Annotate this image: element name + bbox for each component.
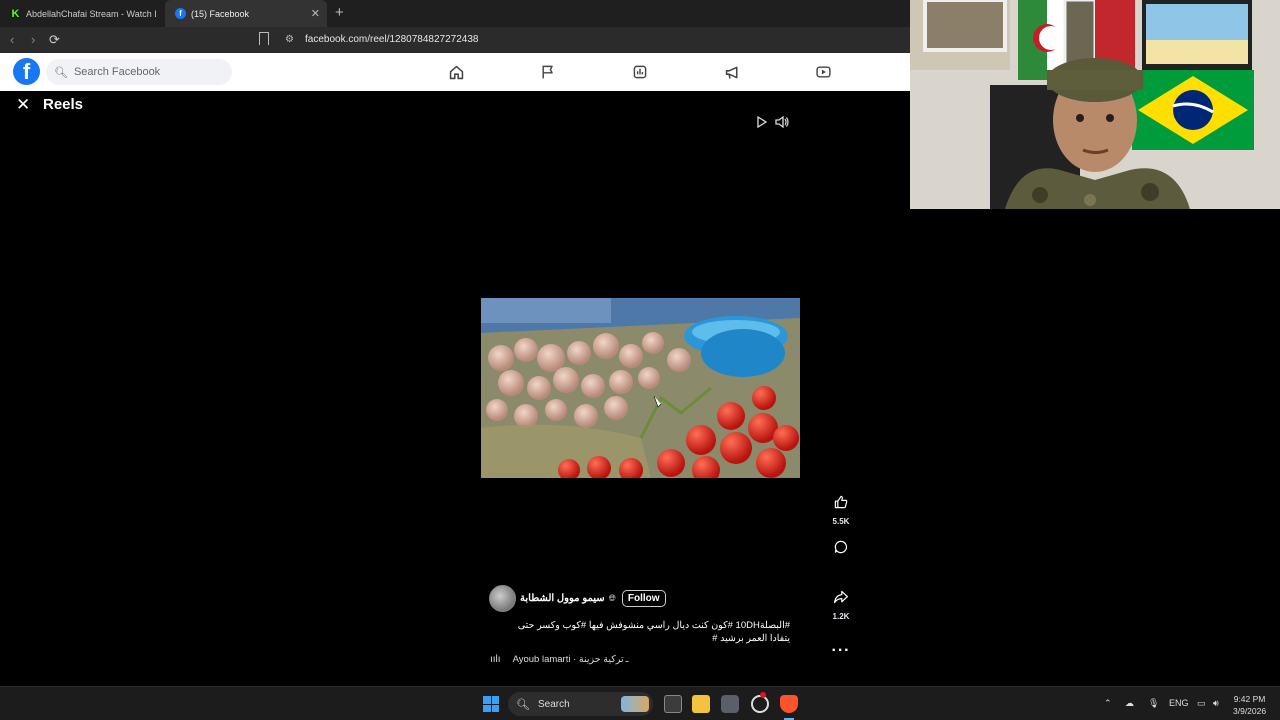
search-input[interactable]: 🔍︎ Search Facebook [46,59,232,85]
taskbar-search-input[interactable]: 🔍︎ Search [508,692,653,716]
close-reels-icon[interactable]: ✕ [16,95,30,115]
notification-dot-icon [760,692,766,698]
avatar[interactable] [489,585,516,612]
like-action: 5.5K [826,488,856,526]
share-action: 1.2K [826,583,856,621]
bookmark-icon[interactable] [259,32,269,45]
megaphone-icon[interactable] [722,63,742,81]
file-explorer-icon[interactable] [692,695,710,713]
forward-icon[interactable]: › [31,32,35,47]
close-tab-icon[interactable]: ✕ [311,7,320,20]
clock-date: 3/9/2026 [1233,706,1267,716]
taskbar-clock[interactable]: 9:42 PM 3/9/2026 [1233,693,1266,717]
search-icon: 🔍︎ [54,66,68,79]
comment-action [826,533,856,561]
language-indicator[interactable]: ENG [1169,698,1189,708]
page-title: Reels [43,96,84,113]
search-highlight-icon [621,696,649,712]
search-icon: 🔍︎ [516,698,530,711]
url-field[interactable]: facebook.com/reel/1280784827272438 [305,34,478,45]
windows-start-icon[interactable] [483,696,499,712]
media-controls [756,115,790,134]
feeds-icon[interactable] [630,63,650,81]
like-count: 5.5K [832,517,850,526]
author-name[interactable]: سيمو موول الشطابة [520,593,605,604]
audio-title: Ayoub lamarti · تركية حزينة [512,654,624,665]
task-view-icon[interactable] [664,695,682,713]
address-bar: ‹ › ⟳ ⚙ facebook.com/reel/12807848272724… [0,27,910,53]
clock-time: 9:42 PM [1233,694,1266,704]
browser-tabstrip: K AbdellahChafai Stream - Watch Live o f… [0,0,910,27]
taskbar: 🔍︎ Search ⌃ ☁ 🎙︎ ENG ▭ 🔊︎ 9:42 PM 3/9/20… [0,686,1280,720]
tab-label: AbdellahChafai Stream - Watch Live o [26,8,156,19]
comment-icon[interactable] [827,533,855,561]
speaker-icon[interactable]: 🔊︎ [1213,698,1219,709]
facebook-logo-icon[interactable]: f [13,58,40,85]
share-icon[interactable] [827,583,855,611]
webcam-overlay [910,0,1280,209]
tab-facebook[interactable]: f (15) Facebook ✕ [165,0,327,27]
reel-video[interactable] [481,298,800,478]
camera-app-icon[interactable] [721,695,739,713]
onedrive-icon[interactable]: ☁ [1125,698,1134,709]
video-icon[interactable] [813,63,833,81]
globe-icon: 🌐︎ [608,593,616,603]
reel-audio[interactable]: ıılı Ayoub lamarti · تركية حزينة ـ [490,654,628,665]
reload-icon[interactable]: ⟳ [49,32,60,48]
kick-icon: K [10,7,21,20]
back-icon[interactable]: ‹ [10,32,14,47]
reel-caption: #البصلة10DH #كون كنت ديال راسي منشوفش في… [517,620,790,644]
search-placeholder: Search Facebook [73,66,161,78]
audio-wave-icon: ıılı [490,654,501,665]
new-tab-button[interactable]: + [335,4,344,21]
obs-icon[interactable] [751,695,769,713]
microphone-icon[interactable]: 🎙︎ [1148,698,1159,709]
reel-author: سيمو موول الشطابة 🌐︎ Follow [489,585,666,612]
tab-label: (15) Facebook [191,8,250,19]
chevron-up-icon[interactable]: ⌃ [1104,698,1112,709]
follow-button[interactable]: Follow [621,590,666,607]
volume-icon[interactable] [774,115,790,134]
taskbar-search-label: Search [537,698,570,710]
share-count: 1.2K [832,612,850,621]
brave-browser-icon[interactable] [780,695,798,713]
network-icon[interactable]: ▭ [1197,698,1206,709]
audio-title-end: ـ [625,654,629,665]
like-icon[interactable] [827,488,855,516]
facebook-icon: f [175,8,186,19]
more-options-icon[interactable]: ··· [827,637,855,665]
flag-icon[interactable] [538,63,558,81]
site-info-icon[interactable]: ⚙ [285,34,294,45]
play-icon[interactable] [756,115,768,134]
more-action: ··· [826,637,856,665]
facebook-header: f 🔍︎ Search Facebook [0,53,910,91]
home-icon[interactable] [446,63,466,81]
tab-kick-stream[interactable]: K AbdellahChafai Stream - Watch Live o [0,0,163,27]
